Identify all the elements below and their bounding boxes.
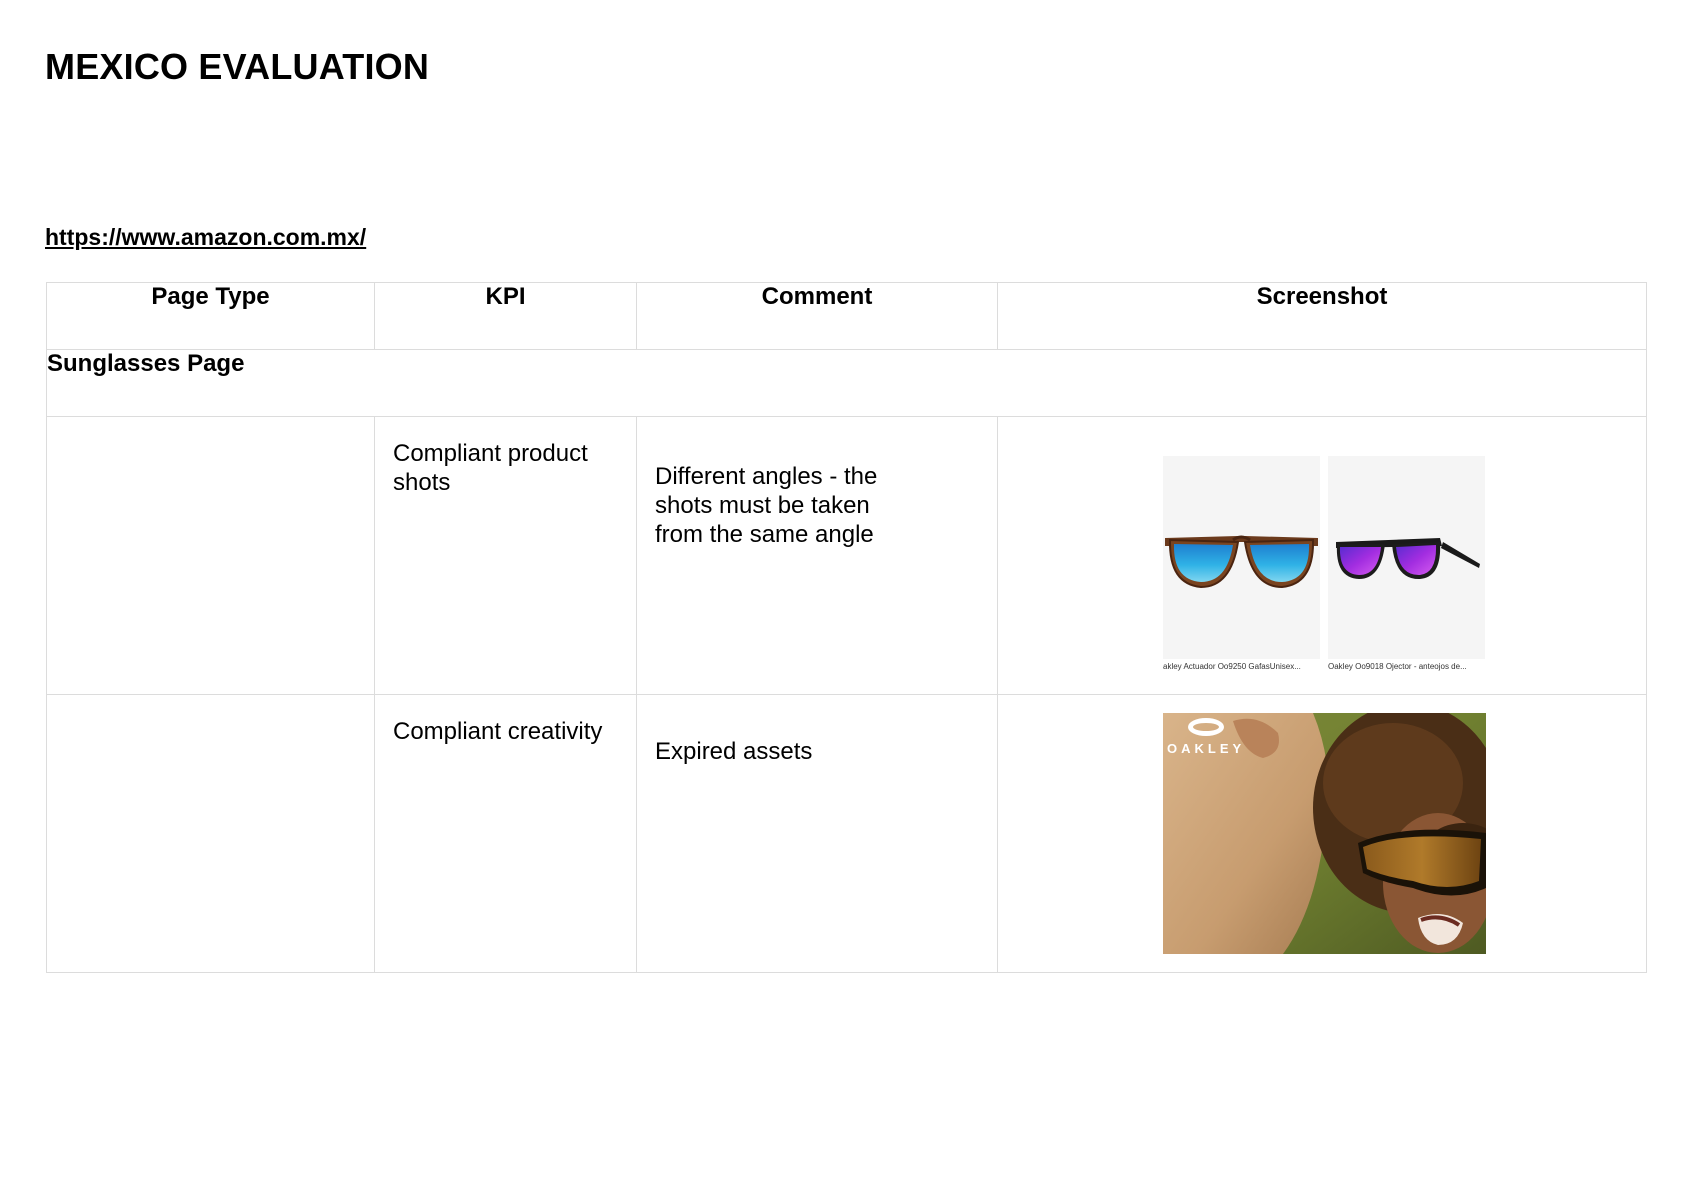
sunglasses-tortoise-image [1165, 535, 1318, 589]
header-kpi: KPI [374, 282, 637, 350]
kpi-text: Compliant product shots [393, 440, 588, 496]
comment-text: Different angles - the shots must be tak… [655, 463, 878, 548]
page-type-cell [46, 416, 375, 695]
section-row: Sunglasses Page [46, 349, 1647, 417]
kpi-cell: Compliant creativity [374, 694, 637, 973]
table-row: Compliant creativity Expired assets OAKL… [46, 694, 1647, 973]
oakley-wordmark: OAKLEY [1167, 741, 1246, 756]
evaluation-table: Page Type KPI Comment Screenshot Sunglas… [46, 282, 1647, 973]
amazon-mx-link[interactable]: https://www.amazon.com.mx/ [45, 224, 366, 251]
sunglasses-tortoise-photo [1163, 456, 1320, 659]
product-card: Oakley Oo9018 Ojector - anteojos de... [1328, 456, 1485, 674]
sunglasses-black-photo [1328, 456, 1485, 659]
section-title: Sunglasses Page [46, 349, 1647, 417]
header-row: Page Type KPI Comment Screenshot [46, 282, 1647, 350]
comment-cell: Different angles - the shots must be tak… [636, 416, 998, 695]
oakley-logo: OAKLEY [1165, 718, 1255, 758]
screenshot-cell: akley Actuador Oo9250 GafasUnisex... Oak… [997, 416, 1647, 695]
product-shots-screenshot: akley Actuador Oo9250 GafasUnisex... Oak… [1163, 456, 1486, 674]
creative-banner-screenshot: OAKLEY [1163, 713, 1486, 954]
product-caption: Oakley Oo9018 Ojector - anteojos de... [1328, 662, 1467, 671]
comment-text: Expired assets [655, 738, 813, 765]
header-page-type: Page Type [46, 282, 375, 350]
sunglasses-black-image [1336, 538, 1480, 580]
table-row: Compliant product shots Different angles… [46, 416, 1647, 695]
oakley-ellipse-icon [1188, 718, 1224, 736]
page-type-cell [46, 694, 375, 973]
header-comment: Comment [636, 282, 998, 350]
product-caption: akley Actuador Oo9250 GafasUnisex... [1163, 662, 1301, 671]
kpi-cell: Compliant product shots [374, 416, 637, 695]
comment-cell: Expired assets [636, 694, 998, 973]
page-title: MEXICO EVALUATION [45, 46, 430, 87]
header-screenshot: Screenshot [997, 282, 1647, 350]
kpi-text: Compliant creativity [393, 718, 603, 745]
product-card: akley Actuador Oo9250 GafasUnisex... [1163, 456, 1320, 674]
screenshot-cell: OAKLEY [997, 694, 1647, 973]
